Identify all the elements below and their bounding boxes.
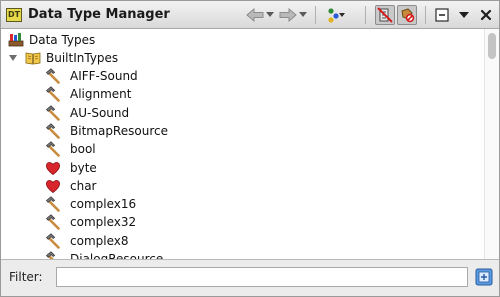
tree-item-label: DialogResource (70, 252, 164, 260)
pointer-filter-icon (377, 7, 393, 23)
array-filter-icon (401, 8, 415, 23)
close-icon (480, 9, 492, 21)
heart-icon (45, 178, 61, 194)
triangle-down-icon (459, 12, 469, 18)
forward-dropdown[interactable] (298, 5, 308, 25)
close-button[interactable] (478, 5, 494, 25)
hammer-icon (45, 214, 61, 231)
hammer-icon (45, 104, 61, 121)
filter-pointers-toggle[interactable] (375, 5, 395, 25)
tree-item[interactable]: complex16 (45, 195, 136, 213)
tree-item-label: char (70, 178, 97, 193)
book-icon (25, 52, 41, 65)
filter-input[interactable] (56, 267, 468, 287)
hammer-icon (45, 141, 61, 157)
tree-item[interactable]: BitmapResource (45, 122, 168, 140)
filter-label: Filter: (9, 270, 43, 284)
view-menu-button[interactable] (456, 5, 472, 25)
hammer-icon (45, 68, 61, 84)
tree-item-label: BitmapResource (70, 123, 168, 138)
collapse-all-button[interactable] (432, 5, 452, 25)
collapse-icon (435, 8, 449, 22)
tree-item[interactable]: AIFF-Sound (45, 67, 138, 85)
toolbar-separator (425, 6, 426, 24)
tree-item-label: complex8 (70, 233, 129, 248)
hammer-icon (45, 86, 61, 103)
tree-item-label: Alignment (70, 87, 132, 102)
scrollbar-thumb[interactable] (488, 33, 496, 59)
chevron-down-icon (266, 12, 274, 17)
tree-archive-builtintypes[interactable]: BuiltInTypes (8, 49, 118, 67)
hammer-icon (45, 123, 61, 139)
back-button[interactable] (245, 5, 265, 25)
tree-item[interactable]: Alignment (45, 85, 131, 103)
vertical-scrollbar[interactable] (484, 29, 499, 259)
tree-item-label: byte (70, 160, 97, 175)
heart-icon (45, 160, 61, 176)
tree-item[interactable]: char (45, 177, 97, 195)
toolbar-separator (315, 6, 316, 24)
hammer-icon (45, 251, 61, 259)
data-type-manager-icon: DT (6, 8, 22, 22)
tree-item[interactable]: bool (45, 140, 96, 158)
data-types-icon (8, 33, 24, 47)
tree-item-label: complex16 (70, 197, 137, 212)
colored-dots-icon (328, 8, 345, 23)
tree-item-label: AU-Sound (70, 105, 130, 120)
tree-item-label: bool (70, 142, 96, 157)
filter-arrays-toggle[interactable] (397, 5, 417, 25)
expand-toggle-icon[interactable] (8, 53, 18, 63)
tree-item[interactable]: complex8 (45, 232, 129, 250)
toolbar-separator (365, 6, 366, 24)
tree-item-label: complex32 (70, 215, 137, 230)
data-type-tree[interactable]: Data Types BuiltInTypes AIFF-Sound Alignm… (1, 29, 499, 260)
arrow-left-icon (246, 8, 264, 22)
window-title: Data Type Manager (28, 7, 170, 22)
filter-bar: Filter: (1, 261, 499, 296)
chevron-down-icon (299, 12, 307, 17)
tree-archive-label: BuiltInTypes (46, 51, 119, 65)
tree-item[interactable]: AU-Sound (45, 104, 129, 122)
tree-root-data-types[interactable]: Data Types (8, 31, 95, 49)
tree-item[interactable]: complex32 (45, 213, 136, 231)
tree-item[interactable]: byte (45, 159, 97, 177)
forward-button[interactable] (278, 5, 298, 25)
filter-options-icon (475, 268, 493, 286)
title-bar: DT Data Type Manager (1, 1, 499, 29)
tree-root-label: Data Types (29, 33, 96, 47)
tree-item[interactable]: DialogResource (45, 250, 164, 260)
hammer-icon (45, 232, 61, 249)
filter-options-button[interactable] (475, 268, 493, 286)
archive-options-button[interactable] (325, 5, 347, 25)
hammer-icon (45, 196, 61, 212)
tree-item-label: AIFF-Sound (70, 69, 138, 83)
data-type-manager-window: DT Data Type Manager Data Types BuiltInT… (0, 0, 500, 297)
back-dropdown[interactable] (265, 5, 275, 25)
arrow-right-icon (279, 8, 297, 22)
